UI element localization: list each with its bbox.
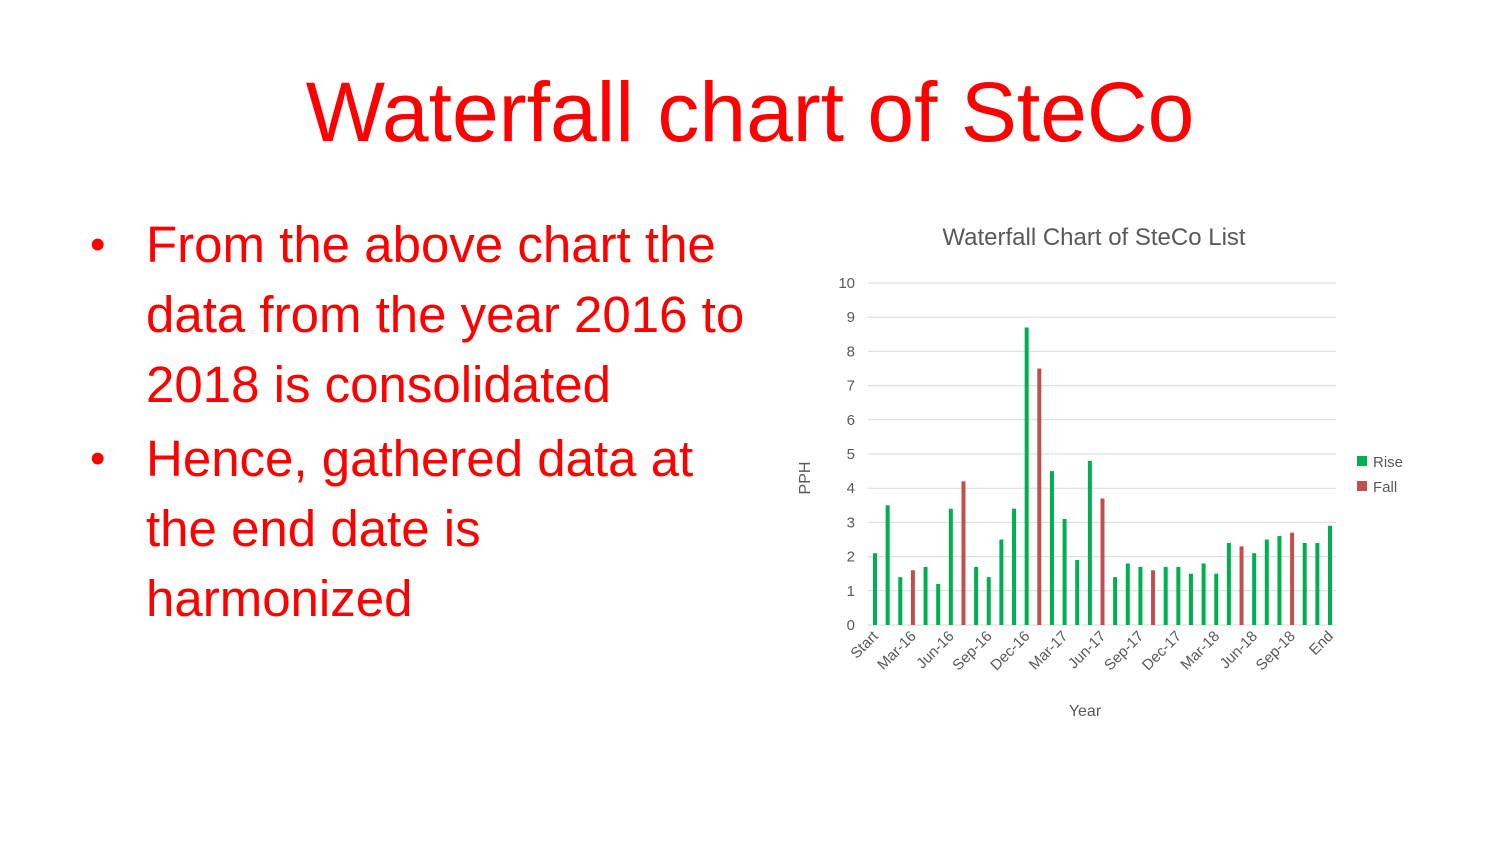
x-axis-label: Year [1069,703,1102,720]
y-tick-label: 10 [838,275,855,292]
x-tick-label: Sep-18 [1253,628,1299,674]
bar-fall [910,570,915,625]
x-tick-label: Mar-17 [1026,628,1072,674]
bar-rise [1226,542,1231,625]
bar-rise [1264,539,1269,625]
x-tick-label: Sep-16 [949,628,995,674]
y-tick-label: 2 [847,549,855,566]
x-tick-label: Sep-17 [1101,628,1147,674]
bar-rise [936,583,941,625]
bar-rise [1302,542,1307,625]
y-axis-label: PPH [797,462,814,495]
bar-rise [974,566,979,625]
bar-rise [1024,327,1029,625]
y-tick-label: 7 [847,378,855,395]
bar-rise [948,508,953,625]
legend-swatch-rise [1357,456,1367,466]
bar-fall [1239,546,1244,625]
bar-rise [1328,525,1332,625]
bar-rise [1214,573,1219,625]
bar-rise [873,553,877,625]
bar-rise [885,505,890,625]
y-tick-label: 6 [847,412,855,429]
bar-fall [1290,532,1295,625]
x-tick-label: Dec-16 [987,628,1033,674]
bar-rise [1176,566,1181,625]
bar-rise [1113,577,1118,625]
x-tick-label: Mar-16 [874,628,920,674]
bar-rise [1201,563,1206,625]
chart-title: Waterfall Chart of SteCo List [942,224,1246,251]
waterfall-chart: Waterfall Chart of SteCo List PPH Year 0… [797,224,1403,720]
y-tick-label: 0 [847,617,855,634]
bar-rise [1087,460,1092,625]
bar-rise [1163,566,1168,625]
bar-rise [1062,518,1067,625]
bar-rise [1277,536,1282,625]
bar-rise [999,539,1004,625]
legend-swatch-fall [1357,481,1367,491]
bar-rise [1125,563,1130,625]
y-tick-label: 9 [847,309,855,326]
bar-fall [961,481,966,625]
bar-rise [1049,471,1054,625]
bar-rise [1315,542,1320,625]
x-tick-label: Jun-16 [913,628,957,672]
y-tick-label: 8 [847,343,855,360]
bar-rise [986,577,991,625]
x-tick-label: End [1306,628,1337,659]
bar-fall [1037,368,1042,625]
bar-rise [923,566,928,625]
bar-rise [898,577,903,625]
bar-rise [1012,508,1017,625]
x-tick-label: Dec-17 [1139,628,1185,674]
bar-fall [1151,570,1156,625]
x-tick-label: Mar-18 [1177,628,1223,674]
x-tick-label: Jun-17 [1065,628,1109,672]
bar-rise [1075,560,1080,625]
bar-rise [1188,573,1193,625]
legend-label: Fall [1373,479,1397,496]
y-tick-label: 4 [847,480,855,497]
y-tick-label: 5 [847,446,855,463]
y-tick-label: 3 [847,514,855,531]
bar-fall [1100,498,1105,625]
bar-rise [1252,553,1257,625]
legend-label: Rise [1373,454,1403,471]
bar-rise [1138,566,1143,625]
x-tick-label: Jun-18 [1217,628,1261,672]
y-tick-label: 1 [847,583,855,600]
